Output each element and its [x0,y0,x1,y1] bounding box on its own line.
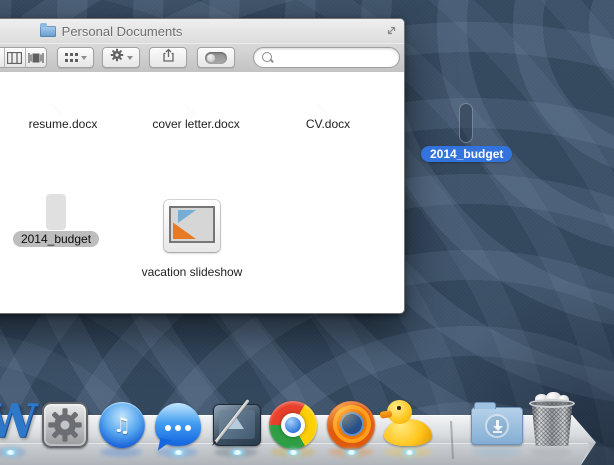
search-input[interactable] [280,49,396,68]
running-indicator [403,450,416,455]
file-label: cover letter.docx [152,117,240,131]
search-icon [262,52,272,62]
chevron-down-icon [80,56,87,60]
share-icon [161,48,176,68]
file-cover-letter-docx[interactable]: DOCX cover letter.docx [141,85,251,132]
file-label: resume.docx [28,117,98,131]
window-title: Personal Documents [61,23,183,39]
slideshow-file-icon [164,200,220,252]
gear-icon [110,48,124,67]
action-menu-button[interactable] [102,47,140,68]
itunes-icon[interactable]: ♫ [99,402,145,448]
music-note-icon: ♫ [113,413,131,437]
coverflow-view-button[interactable] [24,48,46,67]
window-titlebar[interactable]: Personal Documents [0,19,404,43]
cyberduck-icon[interactable] [379,399,435,449]
folder-icon [39,22,56,37]
word-icon[interactable]: W [0,398,38,444]
graphics-app-icon[interactable] [213,399,261,446]
firefox-icon[interactable] [327,401,375,449]
running-indicator [231,450,244,455]
running-indicator [345,450,358,455]
selection-highlight: XLSX [459,103,473,143]
file-2014-budget-xlsx[interactable]: XLSX 2014_budget [1,194,111,247]
desktop-icon-label: 2014_budget [421,146,513,162]
file-vacation-slideshow[interactable]: vacation slideshow [137,192,247,280]
selection-highlight: XLSX [46,194,66,230]
system-preferences-icon[interactable] [42,402,88,448]
toggle-switch-icon [205,51,227,64]
running-indicator [287,450,300,455]
downloads-folder-icon[interactable] [471,402,523,445]
finder-window: Personal Documents DOCX resume.docx DOCX… [0,18,405,314]
chevron-down-icon [126,56,133,60]
desktop-icon-2014-budget[interactable]: XLSX 2014_budget [421,103,513,163]
trash-icon[interactable] [529,392,575,446]
window-toolbar [0,43,404,73]
share-button[interactable] [149,47,187,68]
arrange-button[interactable] [57,47,94,68]
view-segmented-control [0,47,47,68]
file-resume-docx[interactable]: DOCX resume.docx [8,85,118,132]
file-cv-docx[interactable]: DOCX CV.docx [273,85,383,132]
file-label: 2014_budget [1,231,111,247]
toggle-button[interactable] [197,47,235,68]
file-label: vacation slideshow [141,265,243,279]
file-label: CV.docx [305,117,351,131]
search-field[interactable] [253,47,400,68]
download-arrow-icon [485,414,509,438]
fullscreen-icon[interactable] [385,24,398,37]
column-view-button[interactable] [3,48,25,67]
chrome-icon[interactable] [269,401,317,449]
running-indicator [4,450,17,455]
messages-icon[interactable] [155,403,201,446]
running-indicator [172,450,185,455]
window-content: DOCX resume.docx DOCX cover letter.docx … [0,72,404,313]
